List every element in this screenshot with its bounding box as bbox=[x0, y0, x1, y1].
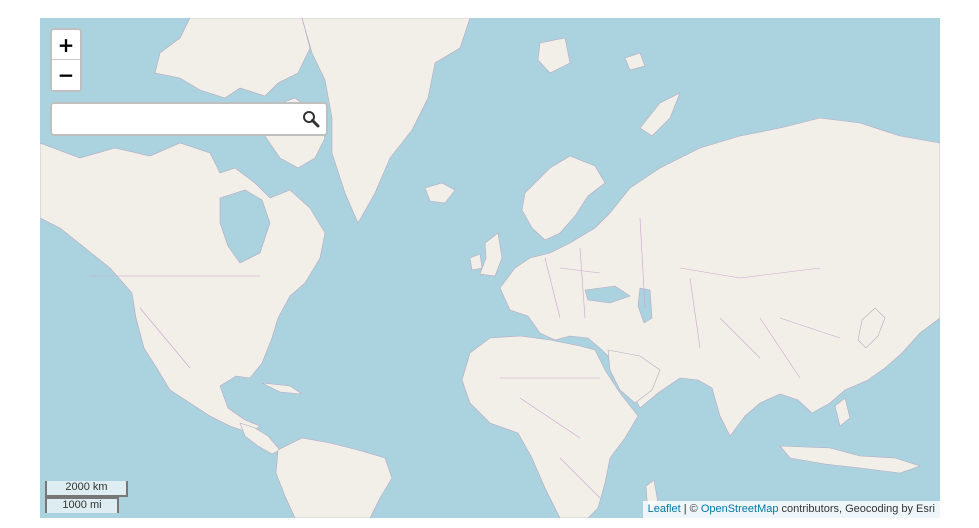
land-south-america bbox=[275, 437, 393, 518]
zoom-control: + − bbox=[50, 28, 82, 92]
land-indonesia bbox=[779, 445, 921, 474]
land-arctic-canada bbox=[154, 18, 311, 99]
scale-imperial: 1000 mi bbox=[45, 497, 119, 513]
attribution-suffix: contributors, Geocoding by Esri bbox=[778, 503, 935, 515]
map-view[interactable]: + − 2000 km 1000 mi Leaflet | © OpenStre… bbox=[40, 18, 940, 518]
map-tiles bbox=[40, 18, 940, 518]
zoom-out-button[interactable]: − bbox=[52, 60, 80, 90]
search-icon[interactable] bbox=[302, 110, 320, 128]
land-philippines bbox=[834, 397, 851, 427]
land-novaya-zemlya bbox=[639, 92, 681, 137]
land-svalbard bbox=[537, 37, 571, 74]
land-ireland bbox=[469, 253, 483, 271]
land-cuba bbox=[261, 382, 303, 395]
land-franz-josef bbox=[624, 52, 646, 71]
land-iceland bbox=[424, 182, 456, 204]
land-central-america bbox=[239, 422, 281, 455]
land-uk bbox=[479, 232, 503, 277]
zoom-in-button[interactable]: + bbox=[52, 30, 80, 60]
geocoder-search-box bbox=[50, 102, 328, 136]
attribution: Leaflet | © OpenStreetMap contributors, … bbox=[642, 501, 940, 518]
scale-bar: 2000 km 1000 mi bbox=[45, 481, 128, 513]
search-input[interactable] bbox=[56, 108, 300, 132]
leaflet-link[interactable]: Leaflet bbox=[648, 503, 681, 515]
osm-link[interactable]: OpenStreetMap bbox=[701, 503, 779, 515]
scale-metric: 2000 km bbox=[45, 481, 128, 497]
land-scandinavia bbox=[521, 155, 606, 241]
attribution-separator: | © bbox=[680, 503, 701, 515]
